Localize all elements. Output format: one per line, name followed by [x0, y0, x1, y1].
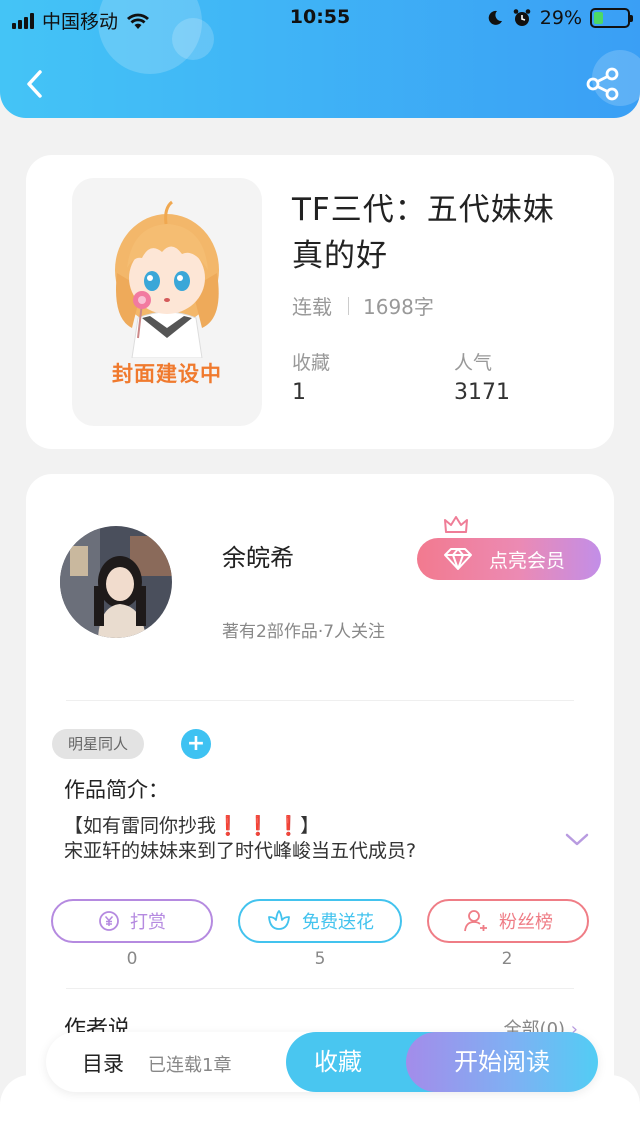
user-rank-icon — [464, 910, 487, 932]
flower-icon — [268, 910, 290, 930]
intro-line-1: 【如有雷同你抄我❗ ❗ ❗】 — [64, 815, 320, 837]
divider — [66, 700, 574, 701]
crown-icon — [444, 516, 468, 533]
top-header: 中国移动 10:55 29% — [0, 0, 640, 118]
favorites-value: 1 — [292, 380, 306, 405]
divider — [66, 988, 574, 989]
alarm-icon — [513, 9, 531, 26]
author-avatar[interactable] — [60, 526, 172, 638]
diamond-icon — [444, 548, 472, 570]
vip-membership-button[interactable]: 点亮会员 — [417, 516, 601, 580]
fan-ranking-label: 粉丝榜 — [499, 912, 553, 933]
start-reading-button[interactable]: 开始阅读 — [406, 1032, 598, 1092]
popularity-value: 3171 — [454, 380, 510, 405]
expand-chevron-icon[interactable] — [564, 830, 590, 850]
popularity-label: 人气 — [454, 352, 493, 374]
avatar-photo — [60, 526, 172, 638]
intro-line-2: 宋亚轩的妹妹来到了时代峰峻当五代成员? — [64, 840, 417, 862]
tip-button[interactable]: 打赏 — [51, 899, 213, 943]
cover-caption: 封面建设中 — [112, 362, 222, 386]
cover-placeholder-illustration — [115, 200, 219, 359]
intro-label: 作品简介： — [64, 778, 169, 802]
word-count: 1698字 — [363, 295, 434, 319]
yuan-coin-icon — [99, 911, 119, 931]
book-info-card: 封面建设中 TF三代：五代妹妹真的好 连载 1698字 收藏 1 人气 3171 — [26, 155, 614, 449]
tip-label: 打赏 — [130, 912, 166, 933]
author-name[interactable]: 余皖希 — [222, 538, 294, 573]
send-flower-label: 免费送花 — [302, 912, 374, 933]
table-of-contents-button[interactable]: 目录 — [82, 1048, 124, 1078]
chapter-count: 已连载1章 — [148, 1055, 232, 1076]
author-meta: 著有2部作品·7人关注 — [222, 622, 386, 642]
book-title: TF三代：五代妹妹真的好 — [292, 192, 555, 274]
add-tag-button[interactable]: + — [181, 729, 211, 759]
tip-count: 0 — [126, 949, 138, 969]
back-button[interactable] — [18, 64, 52, 104]
flower-count: 5 — [314, 949, 326, 969]
battery-icon — [590, 8, 633, 28]
moon-icon — [488, 10, 502, 25]
meta-divider — [348, 296, 349, 315]
share-button[interactable] — [584, 64, 622, 104]
genre-tag[interactable]: 明星同人 — [52, 729, 145, 759]
book-meta: 连载 1698字 — [292, 291, 434, 320]
author-details-card: 余皖希 著有2部作品·7人关注 点亮会员 明星同人 + 作品简介： 【如有雷同你… — [26, 474, 614, 1114]
bottom-action-bar: 目录 已连载1章 收藏 开始阅读 — [46, 1032, 598, 1092]
send-flower-button[interactable]: 免费送花 — [238, 899, 402, 943]
battery-percent: 29% — [539, 7, 582, 29]
book-cover[interactable]: 封面建设中 — [72, 178, 262, 426]
serial-status: 连载 — [292, 295, 332, 319]
exclamation-marks: ❗ ❗ ❗ — [216, 815, 301, 837]
status-bar: 中国移动 10:55 29% — [0, 0, 640, 36]
intro-text: 【如有雷同你抄我❗ ❗ ❗】 宋亚轩的妹妹来到了时代峰峻当五代成员? — [64, 814, 534, 864]
favorites-label: 收藏 — [292, 352, 331, 374]
fan-count: 2 — [501, 949, 513, 969]
vip-button-label: 点亮会员 — [489, 549, 566, 572]
fan-ranking-button[interactable]: 粉丝榜 — [427, 899, 589, 943]
